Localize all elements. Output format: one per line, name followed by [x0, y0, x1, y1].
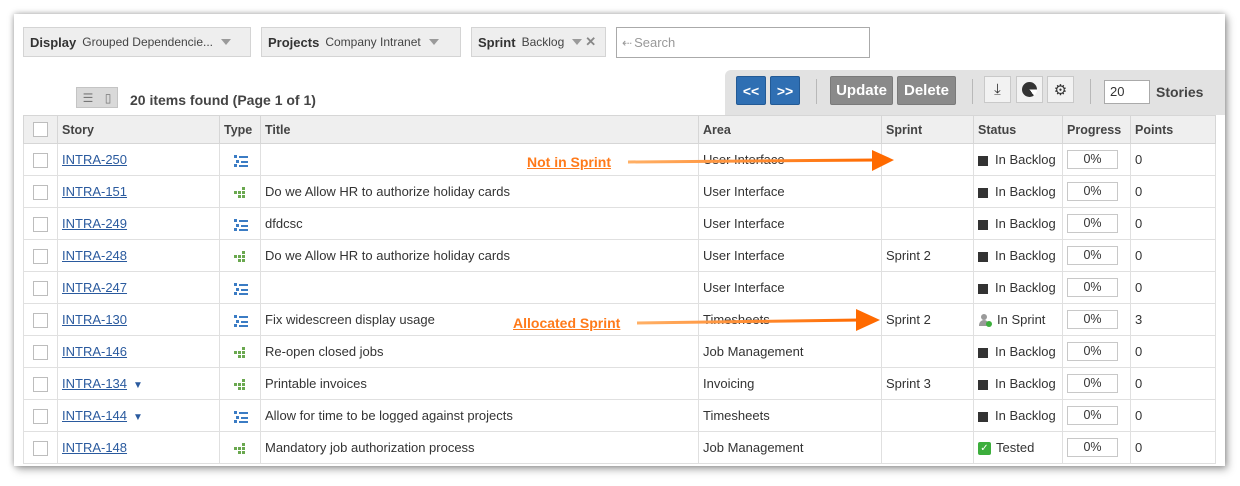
- backlog-window: Display Grouped Dependencie... Projects …: [14, 14, 1225, 466]
- annotation-arrows: [627, 150, 894, 331]
- arrow-to-sprint-empty: [627, 150, 894, 171]
- arrow-to-sprint-allocated: [636, 309, 880, 331]
